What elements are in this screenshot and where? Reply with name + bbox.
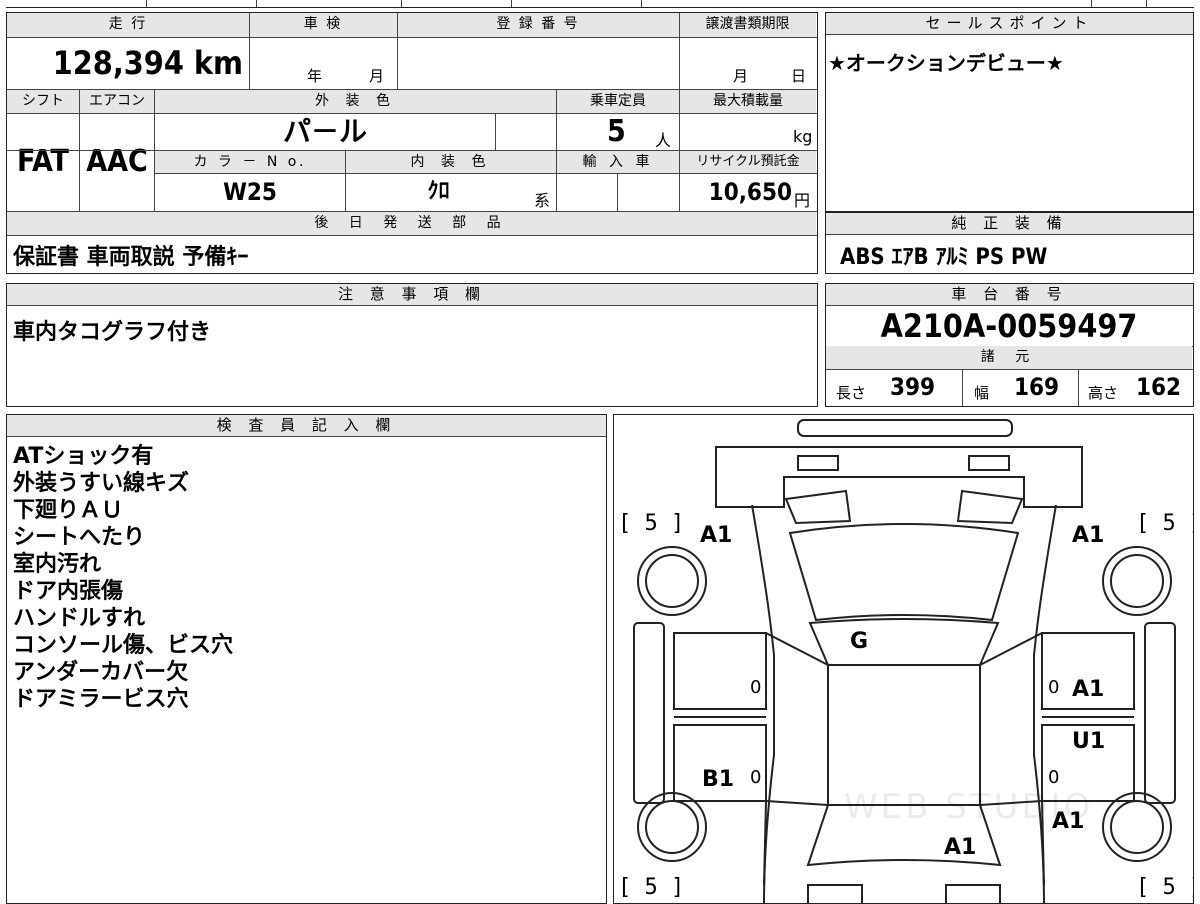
caution-value: 車内タコグラフ付き — [13, 320, 212, 345]
capacity-unit: 人 — [655, 131, 672, 150]
shift-label: シフト — [7, 90, 79, 113]
inspector-note: ハンドルすれ — [13, 606, 146, 631]
tire-tread-rear-right: [ 5 ] — [1136, 875, 1193, 900]
mark-right-rear-door: U1 — [1072, 729, 1106, 754]
mark-left-rear-door-count: 0 — [750, 767, 762, 788]
capacity-value: 5 — [607, 114, 626, 149]
later-parts-label: 後 日 発 送 部 品 — [7, 212, 816, 235]
mark-left-rear-door: B1 — [702, 767, 735, 792]
car-diagram-box: [ 5 ] [ 5 ] [ 5 ] [ 5 ] A1 A1 G 0 0 A1 U… — [613, 414, 1194, 904]
inspector-note: シートへたり — [13, 525, 146, 550]
inspector-note: ATショック有 — [13, 444, 154, 469]
exterior-color-label: 外 装 色 — [155, 90, 556, 113]
inspector-note: 外装うすい線キズ — [13, 471, 190, 496]
inspector-note: ドアミラービス穴 — [13, 687, 189, 712]
inspector-note: 室内汚れ — [13, 552, 102, 577]
genuine-equipment-box: 純 正 装 備 ABS ｴｱB ｱﾙﾐ PS PW — [825, 212, 1194, 274]
length-label: 長さ — [836, 384, 867, 402]
max-load-label: 最大積載量 — [680, 90, 816, 113]
color-no-value: W25 — [223, 178, 277, 206]
exterior-color-value: パ－ル — [282, 115, 367, 148]
max-load-unit: kg — [793, 127, 813, 146]
mark-windshield: G — [850, 629, 869, 654]
caution-label: 注 意 事 項 欄 — [7, 284, 817, 306]
mileage-label: 走 行 — [7, 13, 249, 37]
chassis-box: 車 台 番 号 A210A-0059497 諸 元 長さ 399 幅 169 高… — [825, 283, 1194, 407]
mark-left-front-door: 0 — [750, 677, 762, 698]
inspector-note: ドア内張傷 — [13, 579, 124, 604]
watermark: WEB STUDIO — [844, 787, 1094, 827]
caution-box: 注 意 事 項 欄 車内タコグラフ付き — [6, 283, 818, 407]
ac-value: AAC — [86, 144, 148, 179]
sales-point-label: セールスポイント — [826, 13, 1193, 35]
inspector-note: 下廻りＡＵ — [13, 498, 124, 523]
inspection-year: 年 — [307, 67, 323, 85]
genuine-equipment-label: 純 正 装 備 — [826, 213, 1193, 235]
length-value: 399 — [890, 373, 936, 401]
height-label: 高さ — [1088, 384, 1119, 402]
specs-label: 諸 元 — [826, 346, 1192, 369]
deadline-label: 譲渡書類期限 — [679, 13, 816, 37]
mileage-value: 128,394 km — [52, 44, 243, 82]
recycle-unit: 円 — [794, 191, 811, 210]
car-outline-diagram — [633, 419, 1176, 903]
capacity-label: 乗車定員 — [557, 90, 679, 113]
mark-right-front-door-count: 0 — [1048, 677, 1060, 698]
recycle-value: 10,650 — [708, 178, 792, 206]
mark-right-rear-door-count: 0 — [1048, 767, 1060, 788]
inspector-note: コンソール傷、ビス穴 — [13, 633, 234, 658]
shift-value: FAT — [17, 144, 69, 179]
sales-point-value: ★オークションデビュー★ — [828, 51, 1064, 75]
interior-color-value: ｸﾛ — [427, 179, 450, 204]
inspector-label: 検 査 員 記 入 欄 — [7, 415, 606, 437]
vehicle-info-table: 走 行 車 検 登 録 番 号 譲渡書類期限 128,394 km 年 月 月 … — [6, 12, 818, 274]
inspector-note: アンダーカバー欠 — [13, 660, 189, 685]
deadline-month: 月 — [733, 67, 749, 85]
interior-color-suffix: 系 — [534, 191, 551, 210]
height-value: 162 — [1136, 373, 1182, 401]
later-parts-value: 保証書 車両取説 予備ｷｰ — [13, 245, 249, 270]
tire-tread-front-left: [ 5 ] — [618, 511, 685, 536]
mark-front-left-fender: A1 — [700, 523, 733, 548]
width-value: 169 — [1014, 373, 1060, 401]
sales-point-box: セールスポイント ★オークションデビュー★ — [825, 12, 1194, 212]
chassis-number: A210A-0059497 — [880, 307, 1138, 345]
registration-label: 登 録 番 号 — [397, 13, 679, 37]
mark-right-front-door: A1 — [1072, 677, 1105, 702]
mark-rear-center: A1 — [944, 835, 977, 860]
inspection-label: 車 検 — [249, 13, 397, 37]
inspector-notes: ATショック有 外装うすい線キズ 下廻りＡＵ シートへたり 室内汚れ ドア内張傷… — [13, 443, 233, 713]
tire-tread-front-right: [ 5 ] — [1136, 511, 1193, 536]
chassis-label: 車 台 番 号 — [826, 284, 1193, 306]
deadline-day: 日 — [791, 67, 807, 85]
genuine-equipment-value: ABS ｴｱB ｱﾙﾐ PS PW — [840, 245, 1048, 270]
top-cutoff-strip — [6, 0, 1194, 8]
interior-color-label: 内 装 色 — [346, 151, 556, 173]
tire-tread-rear-left: [ 5 ] — [618, 875, 685, 900]
color-no-label: カ ラ － N o. — [155, 151, 345, 173]
inspector-box: 検 査 員 記 入 欄 ATショック有 外装うすい線キズ 下廻りＡＵ シートへた… — [6, 414, 607, 904]
recycle-label: リサイクル預託金 — [680, 151, 816, 173]
import-label: 輸 入 車 — [557, 151, 679, 173]
inspection-month: 月 — [369, 67, 385, 85]
mark-front-right-fender: A1 — [1072, 523, 1105, 548]
ac-label: エアコン — [80, 90, 154, 113]
width-label: 幅 — [974, 384, 990, 402]
